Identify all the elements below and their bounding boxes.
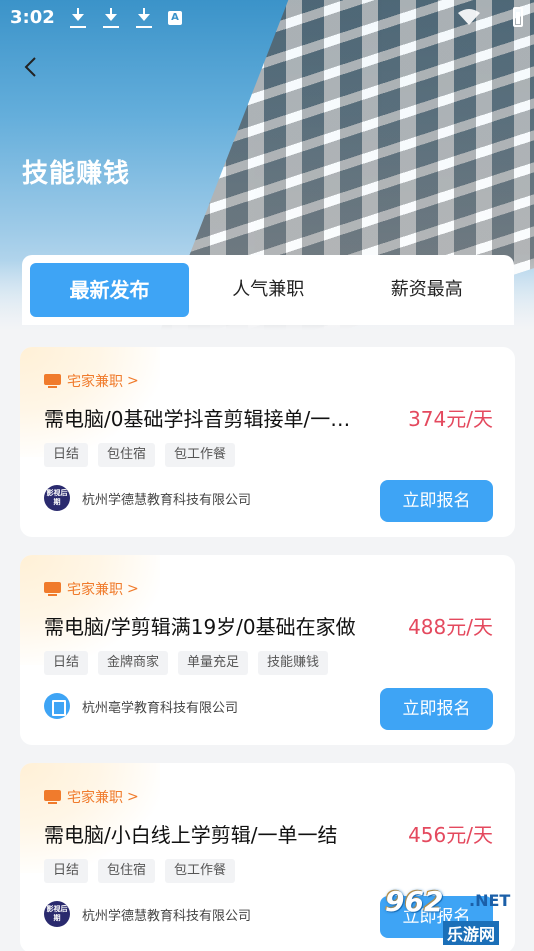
- job-card[interactable]: 宅家兼职 > 需电脑/0基础学抖音剪辑接单/一… 374元/天 日结 包住宿 包…: [20, 347, 515, 537]
- tag: 日结: [44, 443, 89, 467]
- tag: 包工作餐: [165, 443, 236, 467]
- category-link[interactable]: 宅家兼职 >: [44, 579, 139, 599]
- tag: 技能赚钱: [258, 651, 329, 675]
- tag: 包工作餐: [165, 859, 236, 883]
- job-title[interactable]: 需电脑/0基础学抖音剪辑接单/一…: [44, 403, 389, 432]
- chevron-right-icon: >: [127, 789, 139, 805]
- company-name: 杭州学德慧教育科技有限公司: [82, 492, 252, 508]
- company-name: 杭州亳学教育科技有限公司: [82, 700, 239, 716]
- tag: 日结: [44, 859, 89, 883]
- tag: 包住宿: [98, 443, 156, 467]
- page-title: 技能赚钱: [22, 159, 131, 189]
- tv-icon: [44, 374, 61, 388]
- company-info: 影视后期 杭州学德慧教育科技有限公司: [44, 485, 251, 511]
- tv-icon: [44, 582, 61, 596]
- tag-list: 日结 包住宿 包工作餐: [44, 443, 245, 467]
- job-title[interactable]: 需电脑/学剪辑满19岁/0基础在家做: [44, 611, 389, 640]
- tv-icon: [44, 790, 61, 804]
- chevron-right-icon: >: [127, 581, 139, 597]
- tab-popular[interactable]: 人气兼职: [189, 263, 348, 317]
- a-icon: A: [168, 11, 182, 25]
- company-logo: 影视后期: [44, 901, 70, 927]
- category-link[interactable]: 宅家兼职 >: [44, 371, 139, 391]
- download-icon: [136, 8, 152, 28]
- tag: 日结: [44, 651, 89, 675]
- category-label: 宅家兼职: [67, 582, 123, 598]
- chevron-right-icon: >: [127, 373, 139, 389]
- tag-list: 日结 金牌商家 单量充足 技能赚钱: [44, 651, 338, 675]
- company-logo: 影视后期: [44, 485, 70, 511]
- category-label: 宅家兼职: [67, 790, 123, 806]
- status-time: 3:02: [10, 7, 55, 28]
- tab-highest-salary[interactable]: 薪资最高: [348, 263, 507, 317]
- tag: 包住宿: [98, 859, 156, 883]
- tag: 金牌商家: [98, 651, 169, 675]
- back-arrow-icon[interactable]: [20, 55, 44, 79]
- salary: 488元/天: [408, 615, 493, 639]
- job-title[interactable]: 需电脑/小白线上学剪辑/一单一结: [44, 819, 389, 848]
- category-link[interactable]: 宅家兼职 >: [44, 787, 139, 807]
- salary: 456元/天: [408, 823, 493, 847]
- apply-button[interactable]: 立即报名: [380, 688, 493, 730]
- company-name: 杭州学德慧教育科技有限公司: [82, 908, 252, 924]
- company-info: 杭州亳学教育科技有限公司: [44, 693, 238, 719]
- company-info: 影视后期 杭州学德慧教育科技有限公司: [44, 901, 251, 927]
- tab-latest[interactable]: 最新发布: [30, 263, 189, 317]
- tab-bar: 最新发布 人气兼职 薪资最高: [22, 255, 514, 325]
- download-icon: [70, 8, 86, 28]
- apply-button[interactable]: 立即报名: [380, 480, 493, 522]
- job-card[interactable]: 宅家兼职 > 需电脑/学剪辑满19岁/0基础在家做 488元/天 日结 金牌商家…: [20, 555, 515, 745]
- tag: 单量充足: [178, 651, 249, 675]
- tag-list: 日结 包住宿 包工作餐: [44, 859, 245, 883]
- wifi-icon: [458, 9, 480, 25]
- download-icon: [103, 8, 119, 28]
- company-logo: [44, 693, 70, 719]
- watermark-logo: 962 .NET 乐游网: [385, 885, 511, 945]
- salary: 374元/天: [408, 407, 493, 431]
- battery-icon: [513, 7, 523, 27]
- category-label: 宅家兼职: [67, 374, 123, 390]
- status-bar: 3:02 A: [0, 0, 534, 36]
